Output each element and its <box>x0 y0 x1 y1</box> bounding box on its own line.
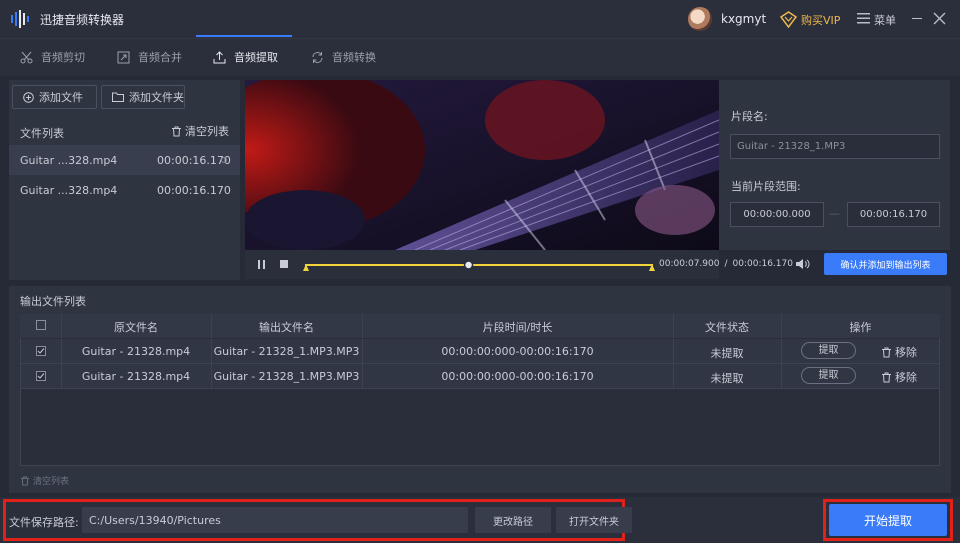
clear-list-label: 清空列表 <box>185 125 229 138</box>
add-folder-label: 添加文件夹 <box>129 91 184 104</box>
tab-audio-convert[interactable]: 音频转换 <box>311 38 376 76</box>
plus-circle-icon <box>23 91 34 103</box>
row-checkbox[interactable] <box>36 371 46 381</box>
file-list-item[interactable]: Guitar ...328.mp4 00:00:16.170 <box>9 145 240 175</box>
col-status: 文件状态 <box>705 321 749 334</box>
row-source: Guitar - 21328.mp4 <box>81 370 191 383</box>
start-extract-button[interactable]: 开始提取 <box>829 504 947 536</box>
avatar[interactable] <box>688 7 712 31</box>
time-readout: 00:00:07.900 / 00:00:16.170 <box>659 259 793 269</box>
extract-button[interactable]: 提取 <box>801 342 856 359</box>
tab-label: 音频转换 <box>332 51 376 64</box>
output-list-title: 输出文件列表 <box>20 295 86 308</box>
file-duration: 00:00:16.170 <box>157 183 231 197</box>
status-dot-icon <box>221 157 227 163</box>
tab-audio-extract[interactable]: 音频提取 <box>213 38 278 76</box>
merge-icon <box>117 51 130 63</box>
remove-label: 移除 <box>895 371 917 384</box>
diamond-icon[interactable] <box>780 11 797 28</box>
trash-icon <box>882 347 891 357</box>
volume-icon[interactable] <box>795 258 810 270</box>
app-logo-icon <box>11 10 29 28</box>
start-time-input[interactable]: 00:00:00.000 <box>730 202 824 227</box>
row-time: 00:00:00:000-00:00:16:170 <box>441 345 594 358</box>
pause-icon[interactable] <box>257 260 267 269</box>
file-name: Guitar ...328.mp4 <box>20 183 118 197</box>
close-icon[interactable] <box>933 12 946 25</box>
convert-icon <box>312 51 323 63</box>
timeline-slider[interactable] <box>303 258 655 272</box>
scissors-icon <box>20 51 33 63</box>
folder-icon <box>112 92 124 102</box>
change-path-button[interactable]: 更改路径 <box>475 507 551 533</box>
open-folder-button[interactable]: 打开文件夹 <box>556 507 632 533</box>
file-duration: 00:00:16.170 <box>157 153 231 167</box>
buy-vip-link[interactable]: 购买VIP <box>801 12 840 28</box>
segment-name-input[interactable]: Guitar - 21328_1.MP3 <box>730 134 940 159</box>
tab-label: 音频剪切 <box>41 51 85 64</box>
segment-range-label: 当前片段范围: <box>731 180 801 193</box>
add-folder-button[interactable]: 添加文件夹 <box>101 85 185 109</box>
table-row[interactable]: Guitar - 21328.mp4 Guitar - 21328_1.MP3.… <box>21 339 939 364</box>
col-actions: 操作 <box>849 321 872 334</box>
app-title: 迅捷音频转换器 <box>40 13 125 27</box>
tab-label: 音频提取 <box>234 51 278 64</box>
file-list-header: 文件列表 <box>20 127 64 140</box>
check-icon <box>37 373 45 379</box>
file-name: Guitar ...328.mp4 <box>20 153 118 167</box>
tab-label: 音频合并 <box>138 51 182 64</box>
end-time-input[interactable]: 00:00:16.170 <box>847 202 940 227</box>
col-output: 输出文件名 <box>259 321 314 334</box>
col-time: 片段时间/时长 <box>482 321 553 334</box>
time-separator: / <box>724 259 728 269</box>
minimize-icon[interactable] <box>912 18 922 19</box>
tab-audio-cut[interactable]: 音频剪切 <box>20 38 85 76</box>
extract-button[interactable]: 提取 <box>801 367 856 384</box>
row-checkbox[interactable] <box>36 346 46 356</box>
clear-output-button[interactable]: 清空列表 <box>20 474 69 487</box>
menu-icon[interactable] <box>857 13 870 24</box>
extract-icon <box>213 50 226 63</box>
total-time: 00:00:16.170 <box>732 259 793 269</box>
row-output: Guitar - 21328_1.MP3.MP3 <box>213 345 360 358</box>
file-list-item[interactable]: Guitar ...328.mp4 00:00:16.170 <box>9 175 240 205</box>
row-time: 00:00:00:000-00:00:16:170 <box>441 370 594 383</box>
trash-icon <box>172 126 181 136</box>
row-status: 未提取 <box>710 372 744 385</box>
clear-list-button[interactable]: 清空列表 <box>171 123 229 139</box>
segment-name-label: 片段名: <box>731 110 768 123</box>
save-path-label: 文件保存路径: <box>9 516 79 529</box>
row-output: Guitar - 21328_1.MP3.MP3 <box>213 370 360 383</box>
video-preview[interactable] <box>245 80 719 250</box>
select-all-checkbox[interactable] <box>36 320 46 330</box>
trash-icon <box>20 475 30 486</box>
remove-button[interactable]: 移除 <box>881 344 917 360</box>
add-file-button[interactable]: 添加文件 <box>12 85 97 109</box>
confirm-add-button[interactable]: 确认并添加到输出列表 <box>824 253 947 275</box>
row-status: 未提取 <box>710 347 744 360</box>
row-source: Guitar - 21328.mp4 <box>81 345 191 358</box>
menu-label[interactable]: 菜单 <box>874 12 896 28</box>
remove-label: 移除 <box>895 346 917 359</box>
trash-icon <box>882 372 891 382</box>
table-row[interactable]: Guitar - 21328.mp4 Guitar - 21328_1.MP3.… <box>21 364 939 389</box>
add-file-label: 添加文件 <box>39 91 83 104</box>
save-path-input[interactable]: C:/Users/13940/Pictures <box>82 507 468 533</box>
username[interactable]: kxgmyt <box>721 12 766 26</box>
check-icon <box>37 348 45 354</box>
col-source: 原文件名 <box>114 321 158 334</box>
table-header: 原文件名 输出文件名 片段时间/时长 文件状态 操作 <box>20 314 940 338</box>
stop-icon[interactable] <box>280 260 288 268</box>
range-dash: — <box>829 207 840 220</box>
current-time: 00:00:07.900 <box>659 259 720 269</box>
clear-output-label: 清空列表 <box>33 477 70 487</box>
active-tab-indicator <box>196 35 292 37</box>
remove-button[interactable]: 移除 <box>881 369 917 385</box>
tab-audio-merge[interactable]: 音频合并 <box>117 38 182 76</box>
